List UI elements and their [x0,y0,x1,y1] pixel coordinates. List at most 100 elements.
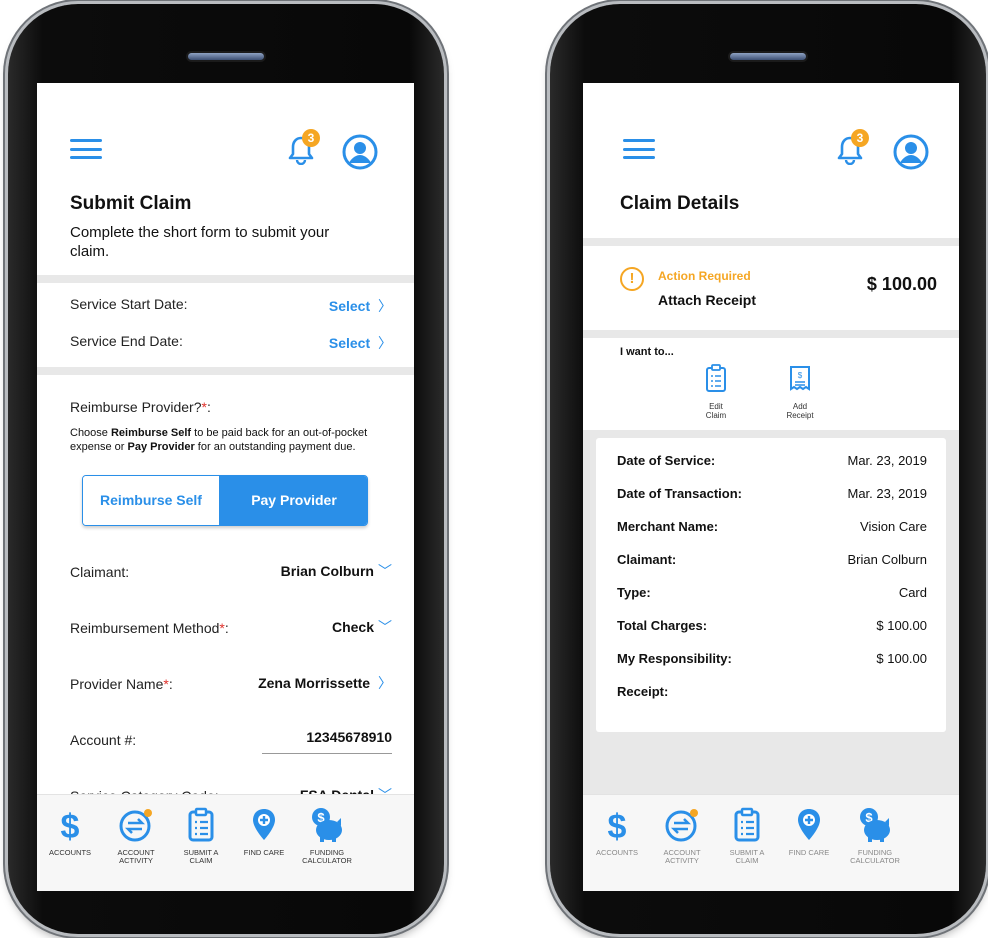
piggy-bank-icon: $ [312,808,342,842]
detail-key: Type: [617,585,651,600]
app-header: 3 [37,83,414,193]
detail-row: Type: Card [596,575,946,608]
divider [37,275,414,283]
svg-text:$: $ [798,371,803,380]
svg-text:$: $ [61,808,80,843]
phone-frame-left: 3 Submit Claim Complete the short form t… [8,4,444,934]
detail-key: Date of Service: [617,453,716,468]
transfer-circle-icon [665,809,698,842]
action-required-card: ! Action Required Attach Receipt $ 100.0… [583,246,959,330]
transfer-circle-icon [119,809,152,842]
notification-badge: 3 [302,129,320,147]
service-end-select[interactable]: Select 〉 [329,333,392,353]
svg-text:$: $ [608,808,627,843]
claimant-field[interactable]: Claimant: Brian Colburn ﹀ [37,542,414,598]
receipt-icon: $ [790,366,810,391]
provider-name-select[interactable]: Zena Morrissette 〉 [258,673,392,693]
notification-badge: 3 [851,129,869,147]
chevron-right-icon: 〉 [374,298,392,314]
reimburse-question: Reimburse Provider?*: [70,399,211,415]
divider [583,238,959,246]
dollar-icon: $ [608,808,627,843]
service-start-date-row[interactable]: Service Start Date: Select 〉 [37,287,414,324]
chevron-right-icon: 〉 [374,675,392,691]
detail-value: Card [898,585,927,600]
details-card: Date of Service: Mar. 23, 2019 Date of Tra… [596,438,946,732]
title-block: Claim Details [583,193,959,238]
claimant-dropdown[interactable]: Brian Colburn ﹀ [281,561,392,581]
actions-section: I want to... Edit Claim $ Add Receipt [583,338,959,435]
i-want-to-label: I want to... [620,346,674,358]
detail-key: Total Charges: [617,618,708,633]
edit-claim-action[interactable]: Edit Claim [691,363,741,420]
detail-value: Vision Care [860,519,927,534]
reimbursement-method-dropdown[interactable]: Check ﹀ [332,617,392,637]
add-receipt-action[interactable]: $ Add Receipt [775,363,825,420]
detail-row: Claimant: Brian Colburn [596,542,946,575]
clipboard-icon [734,807,760,842]
bottom-navigation: $ ACCOUNTS ACCOUNT ACTIVITY SUBMIT A CLAIM… [583,794,959,891]
claimant-label: Claimant: [70,564,130,580]
notification-bell-icon[interactable]: 3 [288,129,320,166]
nav-find-care[interactable]: FIND CARE [771,807,847,857]
detail-value: Mar. 23, 2019 [847,486,928,501]
claim-amount: $ 100.00 [866,274,937,294]
clipboard-icon [188,807,214,842]
detail-value: $ 100.00 [876,651,927,666]
nav-funding-calculator[interactable]: $ FUNDING CALCULATOR [289,807,365,865]
warning-icon: ! [620,267,644,291]
hamburger-menu-icon[interactable] [623,139,655,159]
detail-row: Receipt: [596,674,946,714]
details-background: Date of Service: Mar. 23, 2019 Date of Tra… [583,430,959,800]
detail-row: Merchant Name: Vision Care [596,509,946,542]
account-number-field[interactable]: Account #: 12345678910 [37,710,414,766]
account-number-label: Account #: [70,732,137,748]
reimburse-toggle: Reimburse Self Pay Provider [37,472,414,542]
profile-avatar-icon[interactable] [342,134,378,170]
date-section: Service Start Date: Select 〉 Service End… [37,283,414,367]
chevron-right-icon: 〉 [374,335,392,351]
reimburse-section: Reimburse Provider?*: Choose Reimburse S… [37,375,414,472]
phone-frame-right: 3 Claim Details ! Action Required Attach… [550,4,986,934]
provider-name-label: Provider Name*: [70,676,173,692]
detail-key: Receipt: [617,684,669,699]
attach-receipt-label[interactable]: Attach Receipt [658,292,756,308]
speaker-grille [186,51,266,62]
map-pin-plus-icon [798,809,820,840]
reimbursement-method-field[interactable]: Reimbursement Method*: Check ﹀ [37,598,414,654]
reimburse-self-button[interactable]: Reimburse Self [83,476,219,525]
action-required-label: Action Required [658,269,751,283]
pay-provider-button[interactable]: Pay Provider [219,476,367,525]
reimburse-help-text: Choose Reimburse Self to be paid back fo… [70,427,368,453]
detail-key: Claimant: [617,552,677,567]
detail-row: Date of Service: Mar. 23, 2019 [596,443,946,476]
page-title: Submit Claim [70,193,192,214]
piggy-bank-icon: $ [860,808,890,842]
detail-key: Date of Transaction: [617,486,742,501]
divider [37,367,414,375]
detail-key: My Responsibility: [617,651,732,666]
account-number-input[interactable]: 12345678910 [262,729,392,754]
page-title: Claim Details [620,193,740,214]
submit-claim-screen: 3 Submit Claim Complete the short form t… [37,83,414,891]
nav-funding-calculator[interactable]: $ FUNDING CALCULATOR [837,807,913,865]
notification-bell-icon[interactable]: 3 [837,129,869,166]
detail-value: $ 100.00 [876,618,927,633]
detail-value: Brian Colburn [847,552,928,567]
provider-name-field[interactable]: Provider Name*: Zena Morrissette 〉 [37,654,414,710]
map-pin-plus-icon [253,809,275,840]
service-end-label: Service End Date: [70,333,183,349]
speaker-grille [728,51,808,62]
detail-key: Merchant Name: [617,519,719,534]
detail-value: Mar. 23, 2019 [847,453,928,468]
service-start-select[interactable]: Select 〉 [329,296,392,316]
title-block: Submit Claim Complete the short form to … [37,193,414,275]
detail-row: Total Charges: $ 100.00 [596,608,946,641]
segmented-control: Reimburse Self Pay Provider [82,475,368,526]
chevron-down-icon: ﹀ [378,619,392,635]
chevron-down-icon: ﹀ [378,563,392,579]
profile-avatar-icon[interactable] [893,134,929,170]
detail-row: Date of Transaction: Mar. 23, 2019 [596,476,946,509]
hamburger-menu-icon[interactable] [70,139,102,159]
service-end-date-row[interactable]: Service End Date: Select 〉 [37,324,414,361]
